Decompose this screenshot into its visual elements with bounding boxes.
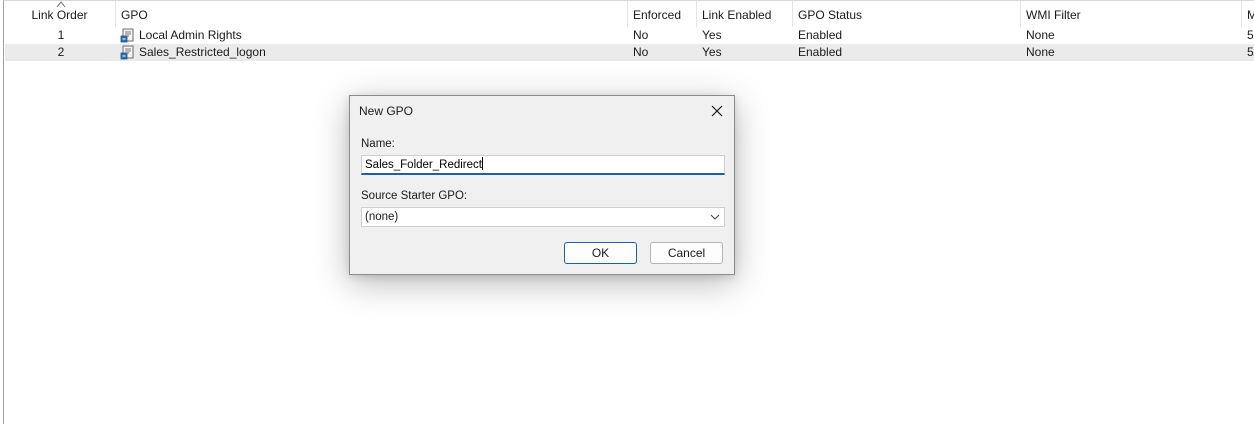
name-label: Name:: [361, 138, 395, 150]
table-row[interactable]: 2 Sales_Restricted_logon No Yes Enabled …: [5, 44, 1254, 61]
cell-enforced: No: [633, 45, 649, 59]
column-header-link-order[interactable]: Link Order: [4, 1, 116, 27]
cell-modified: 5/: [1247, 28, 1254, 42]
cell-link-enabled: Yes: [702, 45, 722, 59]
cell-enforced: No: [633, 28, 649, 42]
column-header-label: GPO: [121, 8, 148, 22]
column-header-link-enabled[interactable]: Link Enabled: [697, 1, 793, 27]
column-header-gpo[interactable]: GPO: [116, 1, 628, 27]
cell-gpo-name: Sales_Restricted_logon: [139, 45, 266, 59]
new-gpo-dialog: New GPO Name: Sales_Folder_Redirect Sour…: [349, 95, 735, 275]
cell-gpo-status: Enabled: [798, 28, 843, 42]
cell-link-order: 1: [57, 28, 65, 42]
table-row[interactable]: 1 Local Admin Rights No Yes Enabled None…: [5, 27, 1254, 44]
column-header-label: GPO Status: [798, 8, 863, 22]
cell-gpo-name: Local Admin Rights: [139, 28, 242, 42]
column-header-modified[interactable]: M: [1242, 1, 1254, 27]
chevron-down-icon: [710, 214, 720, 220]
close-button[interactable]: [700, 96, 734, 126]
column-header-label: Link Order: [31, 8, 88, 22]
source-starter-gpo-value: (none): [365, 211, 399, 223]
cell-gpo-status: Enabled: [798, 45, 843, 59]
cell-link-order: 2: [57, 45, 65, 59]
cell-modified: 5/: [1247, 45, 1254, 59]
column-header-label: Enforced: [633, 8, 682, 22]
column-header-enforced[interactable]: Enforced: [628, 1, 697, 27]
cancel-button[interactable]: Cancel: [650, 242, 723, 264]
column-header-gpo-status[interactable]: GPO Status: [793, 1, 1021, 27]
column-header-label: WMI Filter: [1026, 8, 1081, 22]
cell-link-enabled: Yes: [702, 28, 722, 42]
dialog-title: New GPO: [359, 104, 414, 118]
name-input[interactable]: Sales_Folder_Redirect: [361, 155, 725, 175]
gpo-scroll-icon: [120, 28, 134, 43]
source-starter-gpo-select[interactable]: (none): [361, 207, 725, 227]
gpo-scroll-icon: [120, 45, 134, 60]
name-input-value: Sales_Folder_Redirect: [365, 159, 482, 171]
text-caret: [481, 157, 483, 170]
cell-wmi-filter: None: [1026, 45, 1055, 59]
column-header-wmi-filter[interactable]: WMI Filter: [1021, 1, 1242, 27]
ok-button[interactable]: OK: [564, 242, 637, 264]
column-header-label: M: [1247, 8, 1254, 22]
sort-ascending-icon: [56, 1, 66, 8]
close-icon: [711, 105, 723, 117]
source-starter-gpo-label: Source Starter GPO:: [361, 190, 468, 202]
cell-wmi-filter: None: [1026, 28, 1055, 42]
column-header-label: Link Enabled: [702, 8, 772, 22]
